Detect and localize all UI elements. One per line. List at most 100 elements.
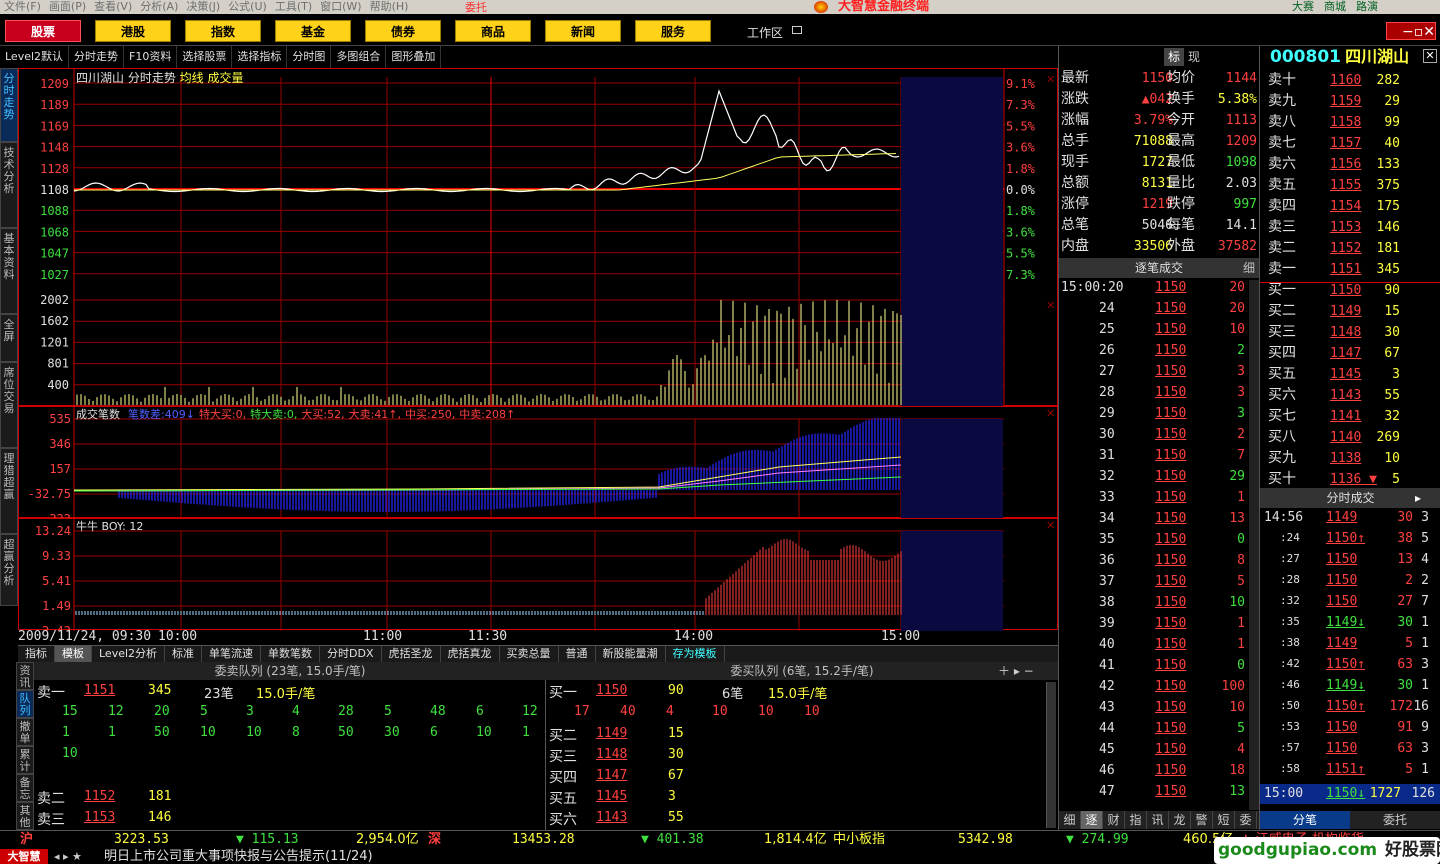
indicator-tab[interactable]: 模板 [55,646,92,662]
top-link[interactable]: 大赛 [1292,0,1314,13]
menu-item[interactable]: 分析(A) [140,0,178,13]
ticks-tab[interactable]: 逐 [1081,811,1103,829]
nav-button-6[interactable]: 新闻 [545,20,621,42]
menu-item[interactable]: 窗口(W) [320,0,361,13]
top-link[interactable]: 商城 [1324,0,1346,13]
nav-button-4[interactable]: 债券 [365,20,441,42]
indicator-tab[interactable]: 虎括真龙 [441,646,500,662]
sme-label: 中小板指 [833,832,886,847]
right-bottom-tab[interactable]: 委托 [1350,811,1440,829]
ask-row: 卖三 1153 146 [1260,217,1440,238]
ticks-tab[interactable]: 细 [1059,811,1081,829]
stock-header: 000801 四川湖山 ✕ [1260,46,1440,68]
side-vtab[interactable]: 分时走势 [0,68,18,142]
queue-vtab[interactable]: 累计 [16,746,34,774]
queue-vtab[interactable]: 撤单 [16,718,34,746]
menu-item[interactable]: 工具(T) [275,0,312,13]
min-trade-time: :42 [1280,657,1300,670]
right-bottom-tab[interactable]: 分笔 [1260,811,1350,829]
ticks-tab[interactable]: 财 [1103,811,1125,829]
indicator-tab[interactable]: 指标 [18,646,55,662]
indicator-tab[interactable]: 单数笔数 [261,646,321,662]
queue-vtab[interactable]: 备忘 [16,774,34,802]
ticks-detail-button[interactable]: 细 [1243,258,1255,278]
ticks-tab[interactable]: 讯 [1147,811,1169,829]
menu-item[interactable]: 帮助(H) [370,0,409,13]
top-link[interactable]: 路演 [1356,0,1378,13]
trade-axis-label: 346 [49,437,71,451]
nav-button-7[interactable]: 服务 [635,20,711,42]
side-vtab[interactable]: 全屏 [0,314,18,362]
nav-button-0[interactable]: 股票 [5,20,81,42]
indicator-tab[interactable]: 分时DDX [320,646,382,662]
news-nav-icon[interactable]: ◂ ▸ ★ [54,849,82,864]
menu-item[interactable]: 文件(F) [4,0,41,13]
nav-button-2[interactable]: 指数 [185,20,261,42]
entrust-link[interactable]: 委托 [461,1,491,14]
side-vtab[interactable]: 超赢分析 [0,534,18,606]
menu-item[interactable]: 决策(J) [186,0,220,13]
toolbar-item[interactable]: 选择股票 [177,46,233,68]
price-axis-label: 1047 [40,247,69,261]
min-trade-next-icon[interactable]: ▸ [1415,488,1421,508]
toolbar-item[interactable]: F10资料 [124,46,178,68]
ticks-tab[interactable]: 委 [1235,811,1257,829]
queue-buttons[interactable]: ＋ ▸ − [998,662,1058,680]
bid-label: 买四 [1268,345,1296,361]
side-vtab[interactable]: 基本资料 [0,228,18,314]
toolbar-item[interactable]: 图形叠加 [386,46,442,68]
menu-item[interactable]: 公式(U) [228,0,267,13]
side-vtab[interactable]: 理猎超赢 [0,448,18,534]
bid-row: 买五 1145 3 [1260,364,1440,385]
toolbar-item[interactable]: 分时走势 [69,46,125,68]
buy-queue-count: 6笔 [722,687,744,702]
nav-button-3[interactable]: 基金 [275,20,351,42]
ticks-tab[interactable]: 龙 [1169,811,1191,829]
queue-vtab[interactable]: 队列 [16,690,34,718]
workspace-label[interactable]: 工作区 [747,24,783,41]
ticks-tab[interactable]: 短 [1213,811,1235,829]
quote-tab[interactable]: 标 [1164,48,1184,66]
indicator-tab[interactable]: 普通 [559,646,596,662]
toolbar-item[interactable]: Level2默认 [0,46,70,68]
menu-item[interactable]: 查看(V) [94,0,132,13]
bull-indicator-pane[interactable]: 13.24 9.33 5.41 1.49 -2.42 ✕ 牛牛 BOY: 12 [18,518,1058,638]
buy-queue-scrollbar[interactable] [1046,682,1056,828]
quote-label: 总手 [1061,133,1089,149]
nav-button-1[interactable]: 港股 [95,20,171,42]
menu-item[interactable]: 画面(P) [49,0,86,13]
ticks-scrollbar[interactable] [1249,280,1259,810]
queue-vtab[interactable]: 资讯 [16,662,34,690]
indicator-tab[interactable]: 虎括圣龙 [382,646,441,662]
toolbar-item[interactable]: 分时图 [287,46,332,68]
buy-queue-label: 买五 [549,791,577,807]
news-headline[interactable]: 明日上市公司重大事项快报与公告提示(11/24) [104,849,373,864]
side-vtab[interactable]: 技术分析 [0,142,18,228]
indicator-tab[interactable]: 新股能量潮 [596,646,666,662]
buy-queue-price: 1147 [596,768,628,783]
toolbar-item[interactable]: 多图组合 [331,46,387,68]
quote-tab[interactable]: 现 [1184,48,1204,66]
min-trade-price: 1149 [1326,636,1358,651]
last-trade-time: 15:00 [1264,786,1304,801]
trade-count-pane[interactable]: 535 346 157 -32.75 -222 ✕ 成交笔数 笔数差:409↓ 特大买:0, 特… [18,406,1058,526]
queue-vtab[interactable]: 其他 [16,802,34,830]
tick-vol: 8 [1237,553,1245,568]
ticks-tab[interactable]: 警 [1191,811,1213,829]
indicator-tab[interactable]: 单笔流速 [202,646,262,662]
window-controls[interactable]: −▫✕ [1386,22,1436,40]
side-vtab[interactable]: 席位交易 [0,362,18,448]
indicator-tab[interactable]: 标准 [165,646,203,662]
intraday-chart-pane[interactable]: 1209 1189 1169 1148 1128 1108 1088 1068 1047 1027… [18,68,1058,407]
min-trade-vol: 30 [1397,510,1413,525]
ask-price: 1152 [1330,241,1362,256]
toolbar-item[interactable]: 选择指标 [232,46,288,68]
indicator-tab[interactable]: 买卖总量 [500,646,559,662]
ticks-tab[interactable]: 指 [1125,811,1147,829]
nav-button-5[interactable]: 商品 [455,20,531,42]
indicator-tab[interactable]: Level2分析 [92,646,166,662]
indicator-tab[interactable]: 存为模板 [666,646,725,662]
workspace-mail-icon[interactable] [792,26,802,34]
close-quote-icon[interactable]: ✕ [1423,49,1437,63]
quote-label: 总额 [1061,175,1089,191]
